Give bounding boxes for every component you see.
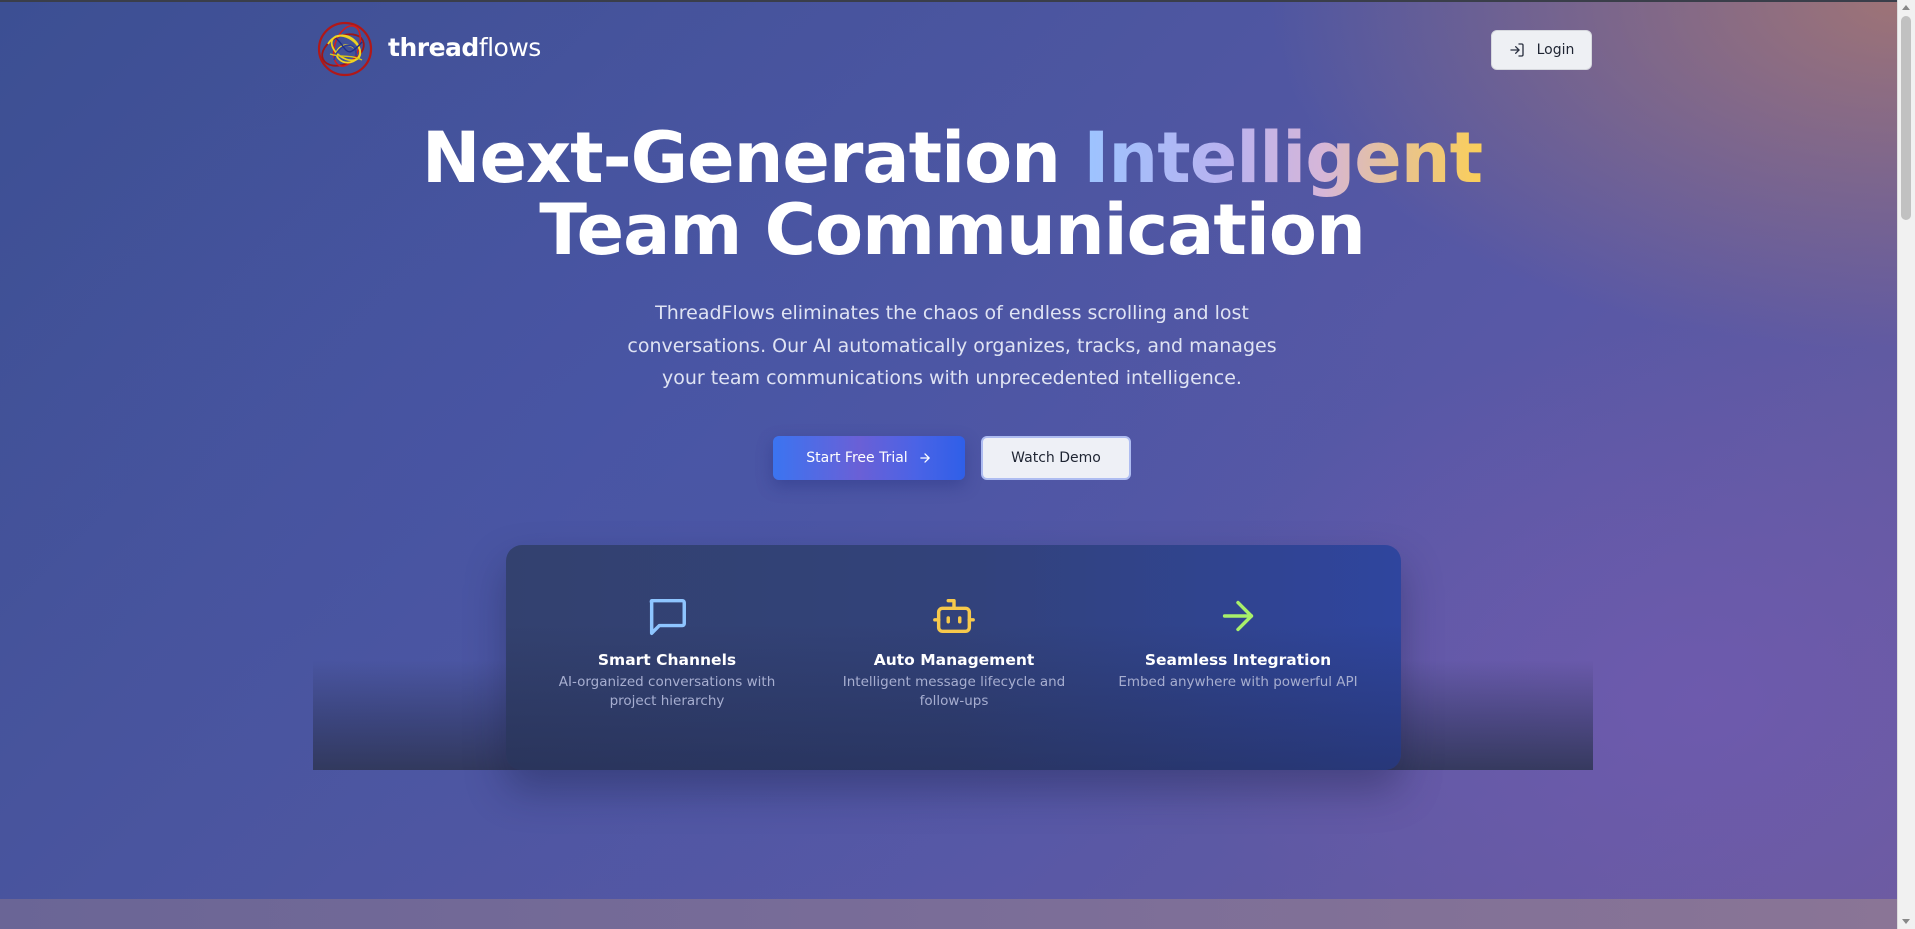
feature-title: Smart Channels [597,651,737,669]
feature-smart-channels: Smart Channels AI-organized conversation… [537,593,797,711]
feature-title: Auto Management [873,651,1035,669]
brand-name[interactable]: threadflows [388,33,541,62]
feature-auto-management: Auto Management Intelligent message life… [824,593,1084,711]
start-free-trial-button[interactable]: Start Free Trial [773,436,965,480]
start-free-trial-label: Start Free Trial [806,450,908,466]
feature-panel: Smart Channels AI-organized conversation… [506,545,1401,770]
login-button[interactable]: Login [1491,30,1592,70]
next-section-edge [0,899,1898,929]
page-scrollbar[interactable] [1897,0,1915,929]
tangled-threads-logo[interactable] [316,20,374,78]
arrow-right-icon [1222,600,1254,632]
feature-title: Seamless Integration [1144,651,1332,669]
window-top-border [0,0,1915,2]
scroll-down-icon[interactable] [1902,919,1910,924]
brand-name-light: flows [478,33,542,62]
hero-subtitle: ThreadFlows eliminates the chaos of endl… [627,302,1277,389]
brand-name-bold: thread [388,33,479,62]
feature-description: Embed anywhere with powerful API [1118,674,1358,690]
watch-demo-label: Watch Demo [1011,450,1101,466]
log-in-icon [1509,43,1524,57]
feature-description: AI-organized conversations with project … [558,674,776,709]
arrow-right-icon [919,453,930,463]
scrollbar-thumb[interactable] [1901,16,1911,220]
watch-demo-button[interactable]: Watch Demo [981,436,1131,480]
feature-seamless-integration: Seamless Integration Embed anywhere with… [1108,593,1368,692]
hero-title-line1: Next-Generation [421,117,1084,199]
chat-bubble-icon [649,598,686,635]
login-label: Login [1536,42,1575,58]
bot-icon [933,598,975,634]
hero-title: Next-Generation Intelligent Team Communi… [357,122,1547,266]
feature-description: Intelligent message lifecycle and follow… [842,674,1066,709]
landing-page: threadflows Login Next-Generation Intell… [0,0,1915,929]
hero-title-accent: Intelligent [1083,117,1483,199]
hero-title-line2: Team Communication [539,189,1366,271]
scroll-up-icon[interactable] [1902,5,1910,10]
